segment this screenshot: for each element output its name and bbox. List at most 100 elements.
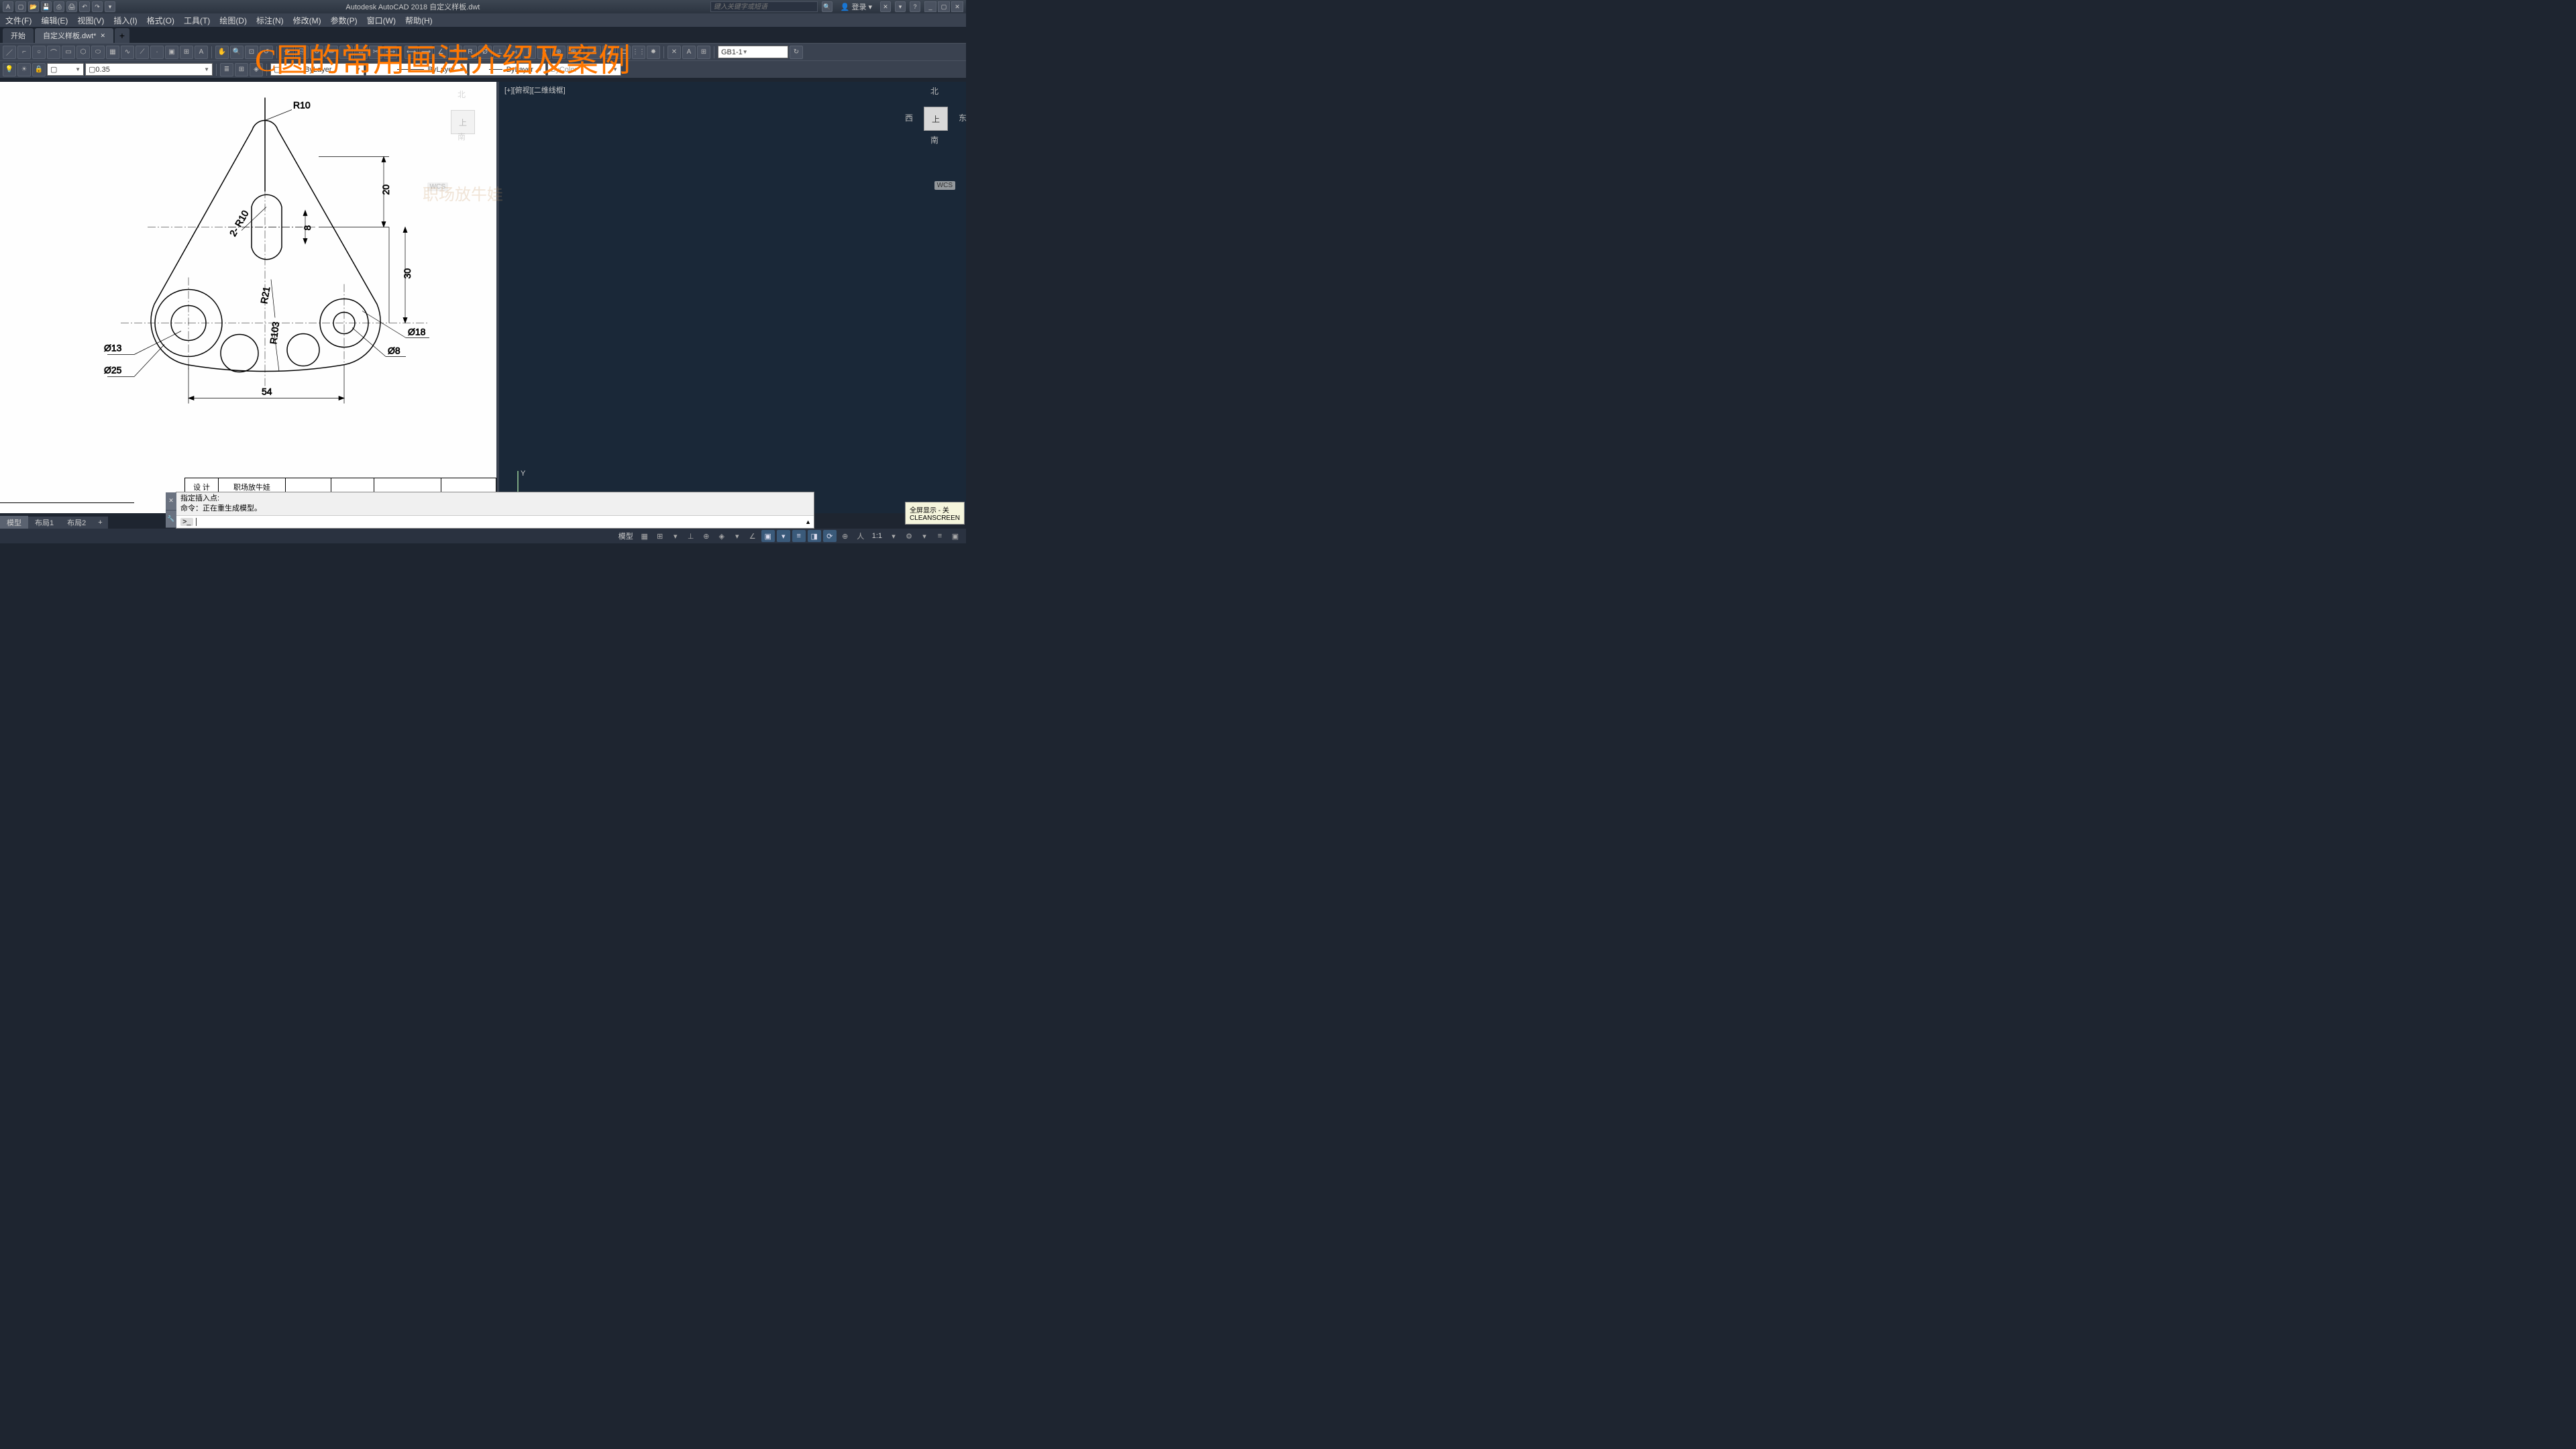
layer-manager-icon[interactable]: ≣ [220,63,233,76]
help-icon[interactable]: ? [910,1,920,12]
viewport-left[interactable]: R10 20 30 8 [0,82,496,513]
exchange-icon[interactable]: ✕ [880,1,891,12]
menu-param[interactable]: 参数(P) [331,15,358,26]
lineweight-toggle-icon[interactable]: ≡ [792,530,806,542]
block-icon[interactable]: ▣ [165,46,178,59]
menu-file[interactable]: 文件(F) [5,15,32,26]
isodraft-icon[interactable]: ◈ [715,530,729,542]
status-scale[interactable]: 1:1 [869,532,885,540]
tab-layout2[interactable]: 布局2 [60,516,93,529]
circle-icon[interactable]: ○ [32,46,46,59]
login-button[interactable]: 👤 登录 ▾ [837,1,876,12]
app-menu-icon[interactable]: A [3,1,13,12]
tab-model[interactable]: 模型 [0,516,28,529]
polygon-icon[interactable]: ⬡ [76,46,90,59]
viewcube-face[interactable]: 上 [451,110,475,134]
layer-states-icon[interactable]: ⊞ [235,63,248,76]
command-line[interactable]: ✕ 🔧 指定插入点: 命令：正在重生成模型。 >_ ▲ [176,492,814,529]
wcs-badge-right[interactable]: WCS [934,181,955,190]
tab-add-button[interactable]: + [115,28,129,43]
snap-icon[interactable]: ⊞ [653,530,667,542]
tab-start[interactable]: 开始 [3,28,34,43]
menu-edit[interactable]: 编辑(E) [41,15,68,26]
command-handle[interactable]: ✕ 🔧 [166,492,176,528]
status-model[interactable]: 模型 [616,531,636,541]
table-icon[interactable]: ⊞ [180,46,193,59]
cleanscreen-icon[interactable]: ▣ [949,530,962,542]
scale-dropdown-icon[interactable]: ▾ [887,530,900,542]
isodraft-dropdown-icon[interactable]: ▾ [731,530,744,542]
line-icon[interactable]: ／ [3,46,16,59]
maximize-icon[interactable]: ▢ [938,1,950,12]
zoom-icon[interactable]: 🔍 [230,46,244,59]
viewcube-right[interactable]: 北 西 东 南 上 [909,85,963,152]
saveas-icon[interactable]: ⎙ [54,1,64,12]
layer-sun-icon[interactable]: ☀ [17,63,31,76]
minimize-icon[interactable]: _ [924,1,936,12]
menu-window[interactable]: 窗口(W) [367,15,396,26]
workspace-dropdown-icon[interactable]: ▾ [918,530,931,542]
annotation-scale-icon[interactable]: 人 [854,530,867,542]
new-icon[interactable]: ▢ [15,1,26,12]
command-expand-icon[interactable]: ▲ [805,519,811,525]
menu-draw[interactable]: 绘图(D) [219,15,247,26]
rectangle-icon[interactable]: ▭ [62,46,75,59]
menu-view[interactable]: 视图(V) [77,15,104,26]
tab-layout1[interactable]: 布局1 [28,516,60,529]
lineweight-num-dropdown[interactable]: ▢ 0.35▼ [85,63,213,76]
open-icon[interactable]: 📂 [28,1,39,12]
save-icon[interactable]: 💾 [41,1,52,12]
viewport-label[interactable]: [+][俯视][二维线框] [504,85,566,95]
explode-icon[interactable]: ✸ [647,46,660,59]
layer-bulb-icon[interactable]: 💡 [3,63,16,76]
text-icon[interactable]: A [195,46,208,59]
properties-icon[interactable]: A [682,46,696,59]
arc-icon[interactable]: ⌒ [47,46,60,59]
workspace-icon[interactable]: ⚙ [902,530,916,542]
selection-cycling-icon[interactable]: ⟳ [823,530,837,542]
annotation-monitor-icon[interactable]: ⊕ [839,530,852,542]
search-icon[interactable]: 🔍 [822,1,833,12]
tab-layout-add[interactable]: + [93,517,107,528]
viewcube-left[interactable]: 北 南 上 [436,89,490,156]
ellipse-icon[interactable]: ⬭ [91,46,105,59]
undo-icon[interactable]: ↶ [79,1,90,12]
snap-dropdown-icon[interactable]: ▾ [669,530,682,542]
match-prop-icon[interactable]: ⊞ [697,46,710,59]
ortho-icon[interactable]: ⊥ [684,530,698,542]
osnap-dropdown-icon[interactable]: ▾ [777,530,790,542]
tab-close-icon[interactable]: ✕ [100,32,105,40]
tab-current-doc[interactable]: 自定义样板.dwt*✕ [35,28,113,43]
polyline-icon[interactable]: ⌐ [17,46,31,59]
command-input[interactable]: >_ [176,516,814,528]
viewport-right[interactable]: [+][俯视][二维线框] 北 西 东 南 上 WCS Y [499,82,966,513]
qat-dropdown-icon[interactable]: ▾ [105,1,115,12]
menu-tools[interactable]: 工具(T) [184,15,210,26]
hatch-icon[interactable]: ▦ [106,46,119,59]
command-close-icon[interactable]: ✕ [166,492,176,511]
plot-icon[interactable]: 🖨 [66,1,77,12]
menu-modify[interactable]: 修改(M) [293,15,321,26]
menu-dimension[interactable]: 标注(N) [256,15,284,26]
annotation-scale-dropdown[interactable]: GB1-1▼ [718,46,788,58]
menu-format[interactable]: 格式(O) [147,15,174,26]
color-swatch-dropdown[interactable]: ▢▼ [47,63,84,76]
polar-icon[interactable]: ⊕ [700,530,713,542]
customize-icon[interactable]: ≡ [933,530,947,542]
help-search-input[interactable] [710,1,818,12]
menu-help[interactable]: 帮助(H) [405,15,433,26]
erase-icon[interactable]: ✕ [667,46,681,59]
app-store-icon[interactable]: ▾ [895,1,906,12]
point-icon[interactable]: · [150,46,164,59]
menu-insert[interactable]: 插入(I) [113,15,137,26]
spline-icon[interactable]: ∿ [121,46,134,59]
close-icon[interactable]: ✕ [951,1,963,12]
layer-lock-icon[interactable]: 🔒 [32,63,46,76]
construction-line-icon[interactable]: ⟋ [136,46,149,59]
redo-icon[interactable]: ↷ [92,1,103,12]
transparency-icon[interactable]: ◨ [808,530,821,542]
array-icon[interactable]: ⋮⋮ [632,46,645,59]
otrack-icon[interactable]: ∠ [746,530,759,542]
dim-update-icon[interactable]: ↻ [790,46,803,59]
pan-icon[interactable]: ✋ [215,46,229,59]
